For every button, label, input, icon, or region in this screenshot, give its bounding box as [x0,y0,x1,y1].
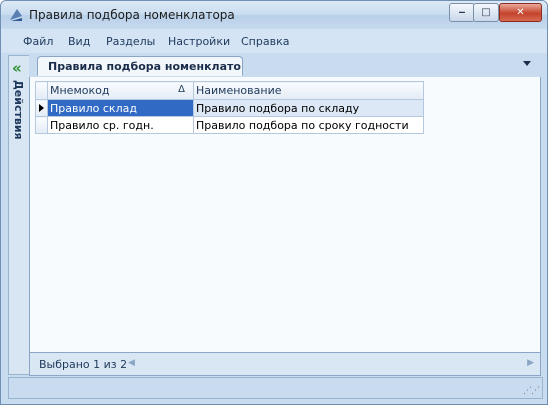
window-status-bar: ⋰⋰ [8,377,543,399]
cell-code[interactable]: Правило склад [47,99,194,117]
menu-view[interactable]: Вид [68,35,90,48]
selection-count: Выбрано 1 из 2 [39,358,128,371]
actions-label: Действия [12,80,25,140]
window-title: Правила подбора номенклатора [29,8,235,22]
resize-grip-icon[interactable]: ⋰⋰ [523,386,540,396]
grid-status-bar: Выбрано 1 из 2 ◀ ▶ [29,352,541,376]
menu-settings[interactable]: Настройки [168,35,230,48]
row-indicator [35,99,48,117]
scroll-left-icon[interactable]: ◀ [128,358,135,368]
menu-help[interactable]: Справка [241,35,289,48]
row-indicator-header [35,81,48,100]
column-header-name[interactable]: Наименование [193,81,424,100]
column-header-code-label: Мнемокод [50,84,110,97]
actions-sidebar[interactable]: « Действия [8,55,29,375]
title-bar[interactable]: Правила подбора номенклатора ‒ □ ✕ [1,1,547,29]
menu-bar: Файл Вид Разделы Настройки Справка [1,29,547,53]
rules-table: Мнемокод Δ Наименование Правило склад Пр… [35,81,424,134]
table-row[interactable]: Правило ср. годн. Правило подбора по сро… [35,116,424,134]
main-window: Правила подбора номенклатора ‒ □ ✕ Файл … [0,0,548,405]
column-header-code[interactable]: Мнемокод Δ [47,81,194,100]
cell-name[interactable]: Правило подбора по сроку годности [193,116,424,134]
maximize-button[interactable]: □ [473,3,499,22]
table-row[interactable]: Правило склад Правило подбора по складу [35,99,424,117]
menu-sections[interactable]: Разделы [106,35,155,48]
app-icon [10,9,22,21]
minimize-button[interactable]: ‒ [449,3,475,22]
current-row-arrow-icon [39,103,44,112]
scroll-right-icon[interactable]: ▶ [527,358,534,368]
tab-strip: Правила подбора номенклато... [29,55,541,78]
tab-dropdown-icon[interactable] [523,61,531,66]
sort-ascending-icon: Δ [178,84,185,95]
menu-file[interactable]: Файл [23,35,53,48]
close-button[interactable]: ✕ [499,3,542,22]
content-area: Мнемокод Δ Наименование Правило склад Пр… [29,77,541,353]
cell-code[interactable]: Правило ср. годн. [47,116,194,134]
tab-rules[interactable]: Правила подбора номенклато... [37,56,243,76]
row-indicator [35,116,48,134]
cell-name[interactable]: Правило подбора по складу [193,99,424,117]
table-header-row: Мнемокод Δ Наименование [35,81,424,100]
expand-arrow-icon[interactable]: « [12,60,26,76]
